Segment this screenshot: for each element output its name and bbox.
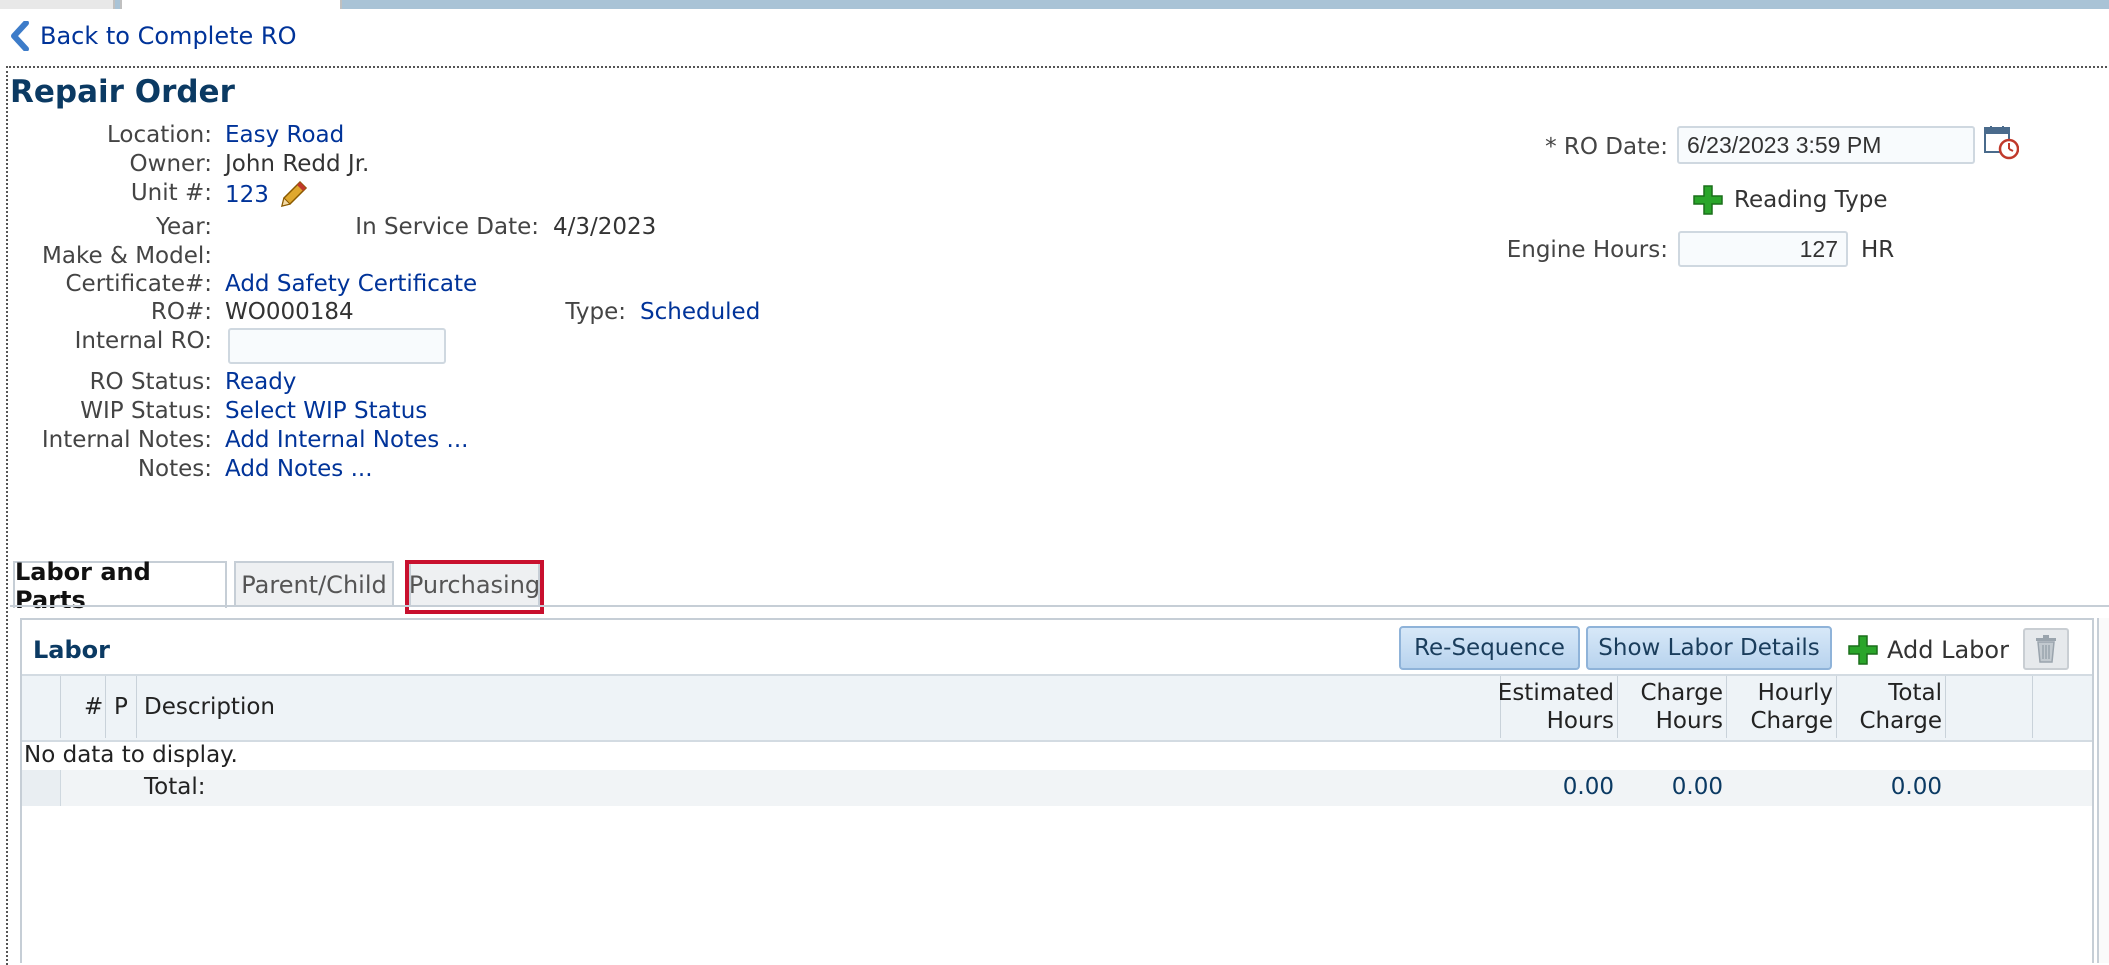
back-link[interactable]: Back to Complete RO <box>10 20 296 52</box>
total-label: Total: <box>144 774 206 800</box>
ro-number-label: RO#: <box>150 299 212 325</box>
wip-status-link[interactable]: Select WIP Status <box>225 398 427 424</box>
back-link-label: Back to Complete RO <box>40 22 297 50</box>
tab-labor-and-parts[interactable]: Labor and Parts <box>13 558 227 614</box>
year-label: Year: <box>155 214 212 240</box>
pencil-icon[interactable] <box>276 178 310 212</box>
make-model-label: Make & Model: <box>42 243 212 269</box>
reading-type-button[interactable]: Reading Type <box>1692 182 1888 218</box>
engine-hours-input[interactable] <box>1678 231 1848 267</box>
type-label: Type: <box>565 299 626 325</box>
col-description-header[interactable]: Description <box>144 676 444 738</box>
add-safety-certificate-link[interactable]: Add Safety Certificate <box>225 271 477 297</box>
certificate-label: Certificate#: <box>65 271 213 297</box>
add-plus-icon <box>1848 635 1878 665</box>
add-notes-link[interactable]: Add Notes ... <box>225 456 373 482</box>
tab-divider <box>10 605 2109 607</box>
unit-label: Unit #: <box>130 180 212 206</box>
location-link[interactable]: Easy Road <box>225 122 344 148</box>
col-hourly-charge-header[interactable]: Hourly Charge <box>1728 676 1833 738</box>
type-link[interactable]: Scheduled <box>640 299 760 325</box>
total-charge-hours: 0.00 <box>1671 774 1723 800</box>
owner-value: John Redd Jr. <box>225 151 370 177</box>
col-estimated-hours-header[interactable]: Estimated Hours <box>1498 676 1614 738</box>
no-data-message: No data to display. <box>24 742 238 768</box>
total-charge-value: 0.00 <box>1890 774 1942 800</box>
top-tab-1[interactable] <box>0 0 115 9</box>
notes-label: Notes: <box>137 456 212 482</box>
reading-type-label: Reading Type <box>1734 187 1888 213</box>
ro-status-label: RO Status: <box>89 369 212 395</box>
ro-date-label: * RO Date: <box>1545 134 1668 160</box>
wip-status-label: WIP Status: <box>80 398 212 424</box>
in-service-date-label: In Service Date: <box>355 214 539 240</box>
top-tab-strip <box>0 0 2109 9</box>
add-internal-notes-link[interactable]: Add Internal Notes ... <box>225 427 468 453</box>
internal-ro-label: Internal RO: <box>74 328 212 354</box>
add-plus-icon <box>1693 185 1723 215</box>
col-charge-hours-header[interactable]: Charge Hours <box>1619 676 1723 738</box>
show-labor-details-button[interactable]: Show Labor Details <box>1586 626 1832 670</box>
re-sequence-button[interactable]: Re-Sequence <box>1399 626 1580 670</box>
col-number-header: # <box>84 694 104 720</box>
tab-parent-child[interactable]: Parent/Child <box>234 561 394 606</box>
right-scroll-edge <box>2097 618 2109 963</box>
owner-label: Owner: <box>129 151 212 177</box>
delete-button[interactable] <box>2023 628 2069 670</box>
in-service-date-value: 4/3/2023 <box>553 214 657 240</box>
labor-total-row <box>22 770 2092 806</box>
internal-ro-input[interactable] <box>228 328 446 364</box>
add-labor-button[interactable]: Add Labor <box>1847 630 2009 670</box>
top-tab-2[interactable] <box>120 0 342 9</box>
unit-link[interactable]: 123 <box>225 182 269 208</box>
ro-status-link[interactable]: Ready <box>225 369 296 395</box>
calendar-clock-icon[interactable] <box>1983 124 2019 160</box>
engine-hours-unit: HR <box>1861 237 1895 263</box>
labor-title: Labor <box>33 636 110 664</box>
col-p-header: P <box>114 694 128 720</box>
total-row-left-cell <box>22 770 61 806</box>
total-estimated-hours: 0.00 <box>1562 774 1614 800</box>
trash-icon <box>2036 635 2056 663</box>
engine-hours-label: Engine Hours: <box>1506 237 1668 263</box>
page-title: Repair Order <box>10 74 235 110</box>
ro-number-value: WO000184 <box>225 299 354 325</box>
ro-date-input[interactable] <box>1677 126 1975 164</box>
internal-notes-label: Internal Notes: <box>41 427 212 453</box>
add-labor-label: Add Labor <box>1887 636 2009 664</box>
col-total-charge-header[interactable]: Total Charge <box>1838 676 1942 738</box>
back-arrow-icon <box>11 21 29 51</box>
location-label: Location: <box>106 122 212 148</box>
